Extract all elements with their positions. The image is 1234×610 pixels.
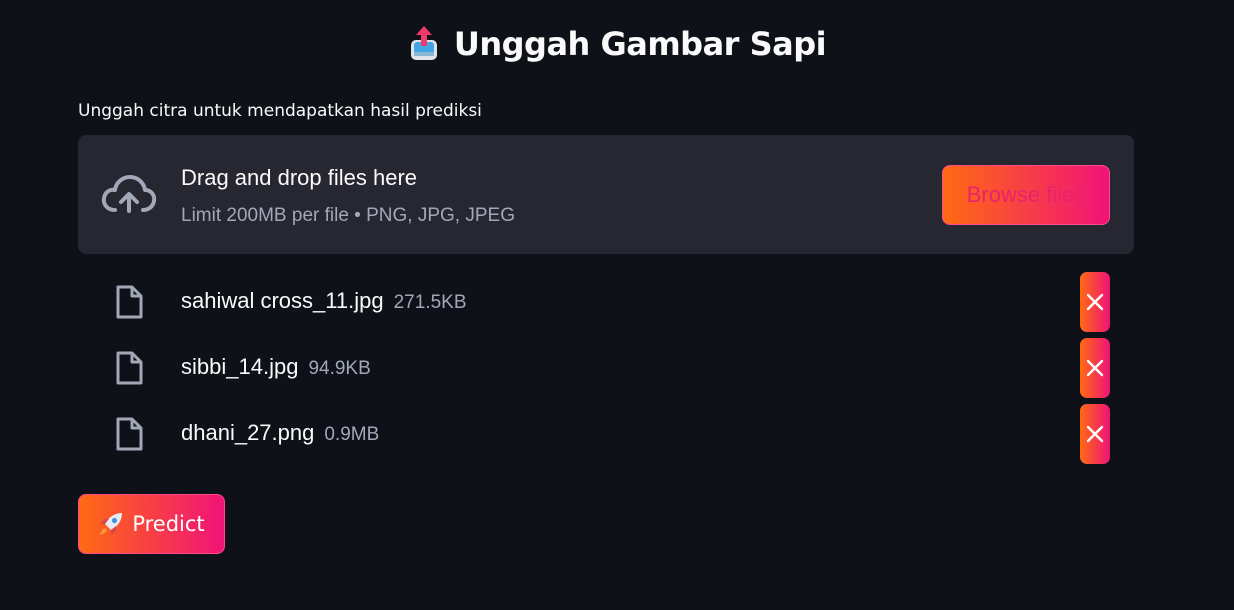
remove-file-button[interactable]: [1080, 272, 1110, 332]
predict-label: Predict: [132, 512, 205, 536]
file-name-text: dhani_27.png: [181, 420, 315, 445]
close-icon: [1086, 425, 1104, 443]
uploaded-file-row: sibbi_14.jpg 94.9KB: [78, 338, 1134, 398]
file-size: 0.9MB: [324, 424, 380, 445]
file-size: 94.9KB: [308, 358, 371, 379]
dropzone-limit-text: Limit 200MB per file • PNG, JPG, JPEG: [181, 205, 515, 226]
remove-file-button[interactable]: [1080, 338, 1110, 398]
file-name-text: sahiwal cross_11.jpg: [181, 288, 384, 313]
predict-button[interactable]: Predict: [78, 494, 225, 554]
rocket-icon: [100, 513, 123, 535]
file-icon: [116, 285, 143, 319]
close-icon: [1086, 359, 1104, 377]
browse-files-button[interactable]: Browse files: [942, 165, 1110, 225]
uploader-label: Unggah citra untuk mendapatkan hasil pre…: [78, 101, 482, 121]
close-icon: [1086, 293, 1104, 311]
uploaded-file-row: dhani_27.png 0.9MB: [78, 404, 1134, 464]
file-icon: [116, 351, 143, 385]
file-name: sahiwal cross_11.jpg 271.5KB: [181, 288, 467, 314]
uploaded-file-row: sahiwal cross_11.jpg 271.5KB: [78, 272, 1134, 332]
file-dropzone[interactable]: Drag and drop files here Limit 200MB per…: [78, 135, 1134, 254]
remove-file-button[interactable]: [1080, 404, 1110, 464]
file-name-text: sibbi_14.jpg: [181, 354, 299, 379]
inbox-tray-upload-icon: [410, 26, 437, 60]
file-icon: [116, 417, 143, 451]
page-title: Unggah Gambar Sapi: [0, 24, 1234, 64]
page-title-text: Unggah Gambar Sapi: [453, 25, 827, 63]
file-name: sibbi_14.jpg 94.9KB: [181, 354, 371, 380]
dropzone-instructions: Drag and drop files here: [181, 165, 418, 190]
file-size: 271.5KB: [393, 292, 467, 313]
app-page: Unggah Gambar Sapi Unggah citra untuk me…: [0, 0, 1234, 610]
cloud-upload-icon: [101, 175, 157, 213]
file-name: dhani_27.png 0.9MB: [181, 420, 379, 446]
